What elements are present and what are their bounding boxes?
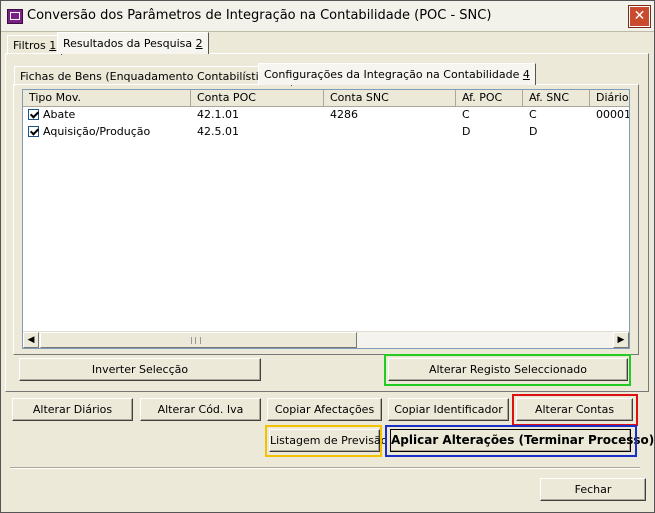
col-header-diario[interactable]: Diário xyxy=(590,90,629,106)
row-checkbox[interactable] xyxy=(28,109,39,120)
alterar-registo-label: Alterar Registo Seleccionado xyxy=(428,363,588,376)
cell-conta-snc xyxy=(330,124,456,140)
tab-fichas-label: Fichas de Bens (Enquadamento Contabilíst… xyxy=(20,70,276,83)
col-header-conta-snc[interactable]: Conta SNC xyxy=(324,90,456,106)
scroll-left-button[interactable]: ◀ xyxy=(23,332,39,348)
cell-conta-poc: 42.5.01 xyxy=(197,125,239,138)
alterar-cod-iva-button[interactable]: Alterar Cód. Iva xyxy=(140,398,261,421)
arrow-right-icon: ▶ xyxy=(617,335,625,345)
table-row[interactable]: Aquisição/Produção 42.5.01 D D xyxy=(23,124,629,140)
scroll-thumb[interactable] xyxy=(40,332,357,348)
cell-conta-snc: 4286 xyxy=(330,108,358,121)
col-header-conta-poc[interactable]: Conta POC xyxy=(191,90,324,106)
tab-filtros-shortcut: 1 xyxy=(49,39,57,52)
tab-resultados-shortcut: 2 xyxy=(195,37,203,50)
copiar-afectacoes-button[interactable]: Copiar Afectações xyxy=(267,398,382,421)
alterar-cod-iva-label: Alterar Cód. Iva xyxy=(157,403,244,416)
scroll-right-button[interactable]: ▶ xyxy=(613,332,629,348)
cell-diario: 00001 xyxy=(596,108,629,121)
cell-af-poc: D xyxy=(462,125,471,138)
cell-tipo-mov: Abate xyxy=(43,108,76,121)
tab-filtros[interactable]: Filtros 1 xyxy=(7,35,63,55)
col-header-tipo-mov[interactable]: Tipo Mov. xyxy=(23,90,191,106)
cell-af-poc: C xyxy=(462,108,470,121)
close-button[interactable]: ✕ xyxy=(629,6,650,27)
alterar-diarios-label: Alterar Diários xyxy=(32,403,113,416)
copiar-identificador-label: Copiar Identificador xyxy=(394,403,503,416)
listagem-previsao-label: Listagem de Previsão xyxy=(270,434,388,447)
col-header-af-poc[interactable]: Af. POC xyxy=(456,90,523,106)
cell-af-snc: D xyxy=(529,125,538,138)
grip-icon xyxy=(191,337,201,344)
close-icon: ✕ xyxy=(633,8,646,24)
window-title: Conversão dos Parâmetros de Integração n… xyxy=(27,8,492,23)
copiar-afectacoes-label: Copiar Afectações xyxy=(274,403,375,416)
tab-resultados-label: Resultados da Pesquisa xyxy=(63,37,193,50)
divider xyxy=(10,467,640,469)
tab-config-shortcut: 4 xyxy=(522,68,530,81)
aplicar-alteracoes-button[interactable]: Aplicar Alterações (Terminar Processo) xyxy=(390,429,654,452)
alterar-contas-button[interactable]: Alterar Contas xyxy=(516,398,633,421)
cell-conta-poc: 42.1.01 xyxy=(197,108,239,121)
inverter-seleccao-label: Inverter Selecção xyxy=(91,363,189,376)
movements-table[interactable]: Tipo Mov. Conta POC Conta SNC Af. POC Af… xyxy=(22,89,630,349)
tab-filtros-label: Filtros xyxy=(13,39,46,52)
table-header: Tipo Mov. Conta POC Conta SNC Af. POC Af… xyxy=(23,90,629,107)
listagem-previsao-button[interactable]: Listagem de Previsão xyxy=(269,429,387,452)
row-checkbox[interactable] xyxy=(28,126,39,137)
dialog-window: Conversão dos Parâmetros de Integração n… xyxy=(0,0,655,513)
tab-fichas-bens[interactable]: Fichas de Bens (Enquadamento Contabilíst… xyxy=(14,66,293,86)
app-icon xyxy=(7,9,23,24)
tab-resultados-pesquisa[interactable]: Resultados da Pesquisa 2 xyxy=(57,32,209,54)
title-bar[interactable]: Conversão dos Parâmetros de Integração n… xyxy=(1,1,654,32)
tab-configuracoes-integracao[interactable]: Configurações da Integração na Contabili… xyxy=(258,63,536,85)
cell-diario xyxy=(596,124,629,140)
tab-config-label: Configurações da Integração na Contabili… xyxy=(264,68,520,81)
alterar-registo-button[interactable]: Alterar Registo Seleccionado xyxy=(388,358,628,381)
cell-tipo-mov: Aquisição/Produção xyxy=(43,125,151,138)
horizontal-scrollbar[interactable]: ◀ ▶ xyxy=(23,331,629,348)
arrow-left-icon: ◀ xyxy=(27,335,35,345)
col-header-af-snc[interactable]: Af. SNC xyxy=(523,90,590,106)
alterar-diarios-button[interactable]: Alterar Diários xyxy=(12,398,133,421)
alterar-contas-label: Alterar Contas xyxy=(534,403,615,416)
fechar-label: Fechar xyxy=(574,483,612,496)
cell-af-snc: C xyxy=(529,108,537,121)
inverter-seleccao-button[interactable]: Inverter Selecção xyxy=(19,358,261,381)
aplicar-alteracoes-label: Aplicar Alterações (Terminar Processo) xyxy=(391,433,655,447)
table-row[interactable]: Abate 42.1.01 4286 C C 00001 xyxy=(23,107,629,123)
fechar-button[interactable]: Fechar xyxy=(540,478,646,501)
copiar-identificador-button[interactable]: Copiar Identificador xyxy=(388,398,509,421)
